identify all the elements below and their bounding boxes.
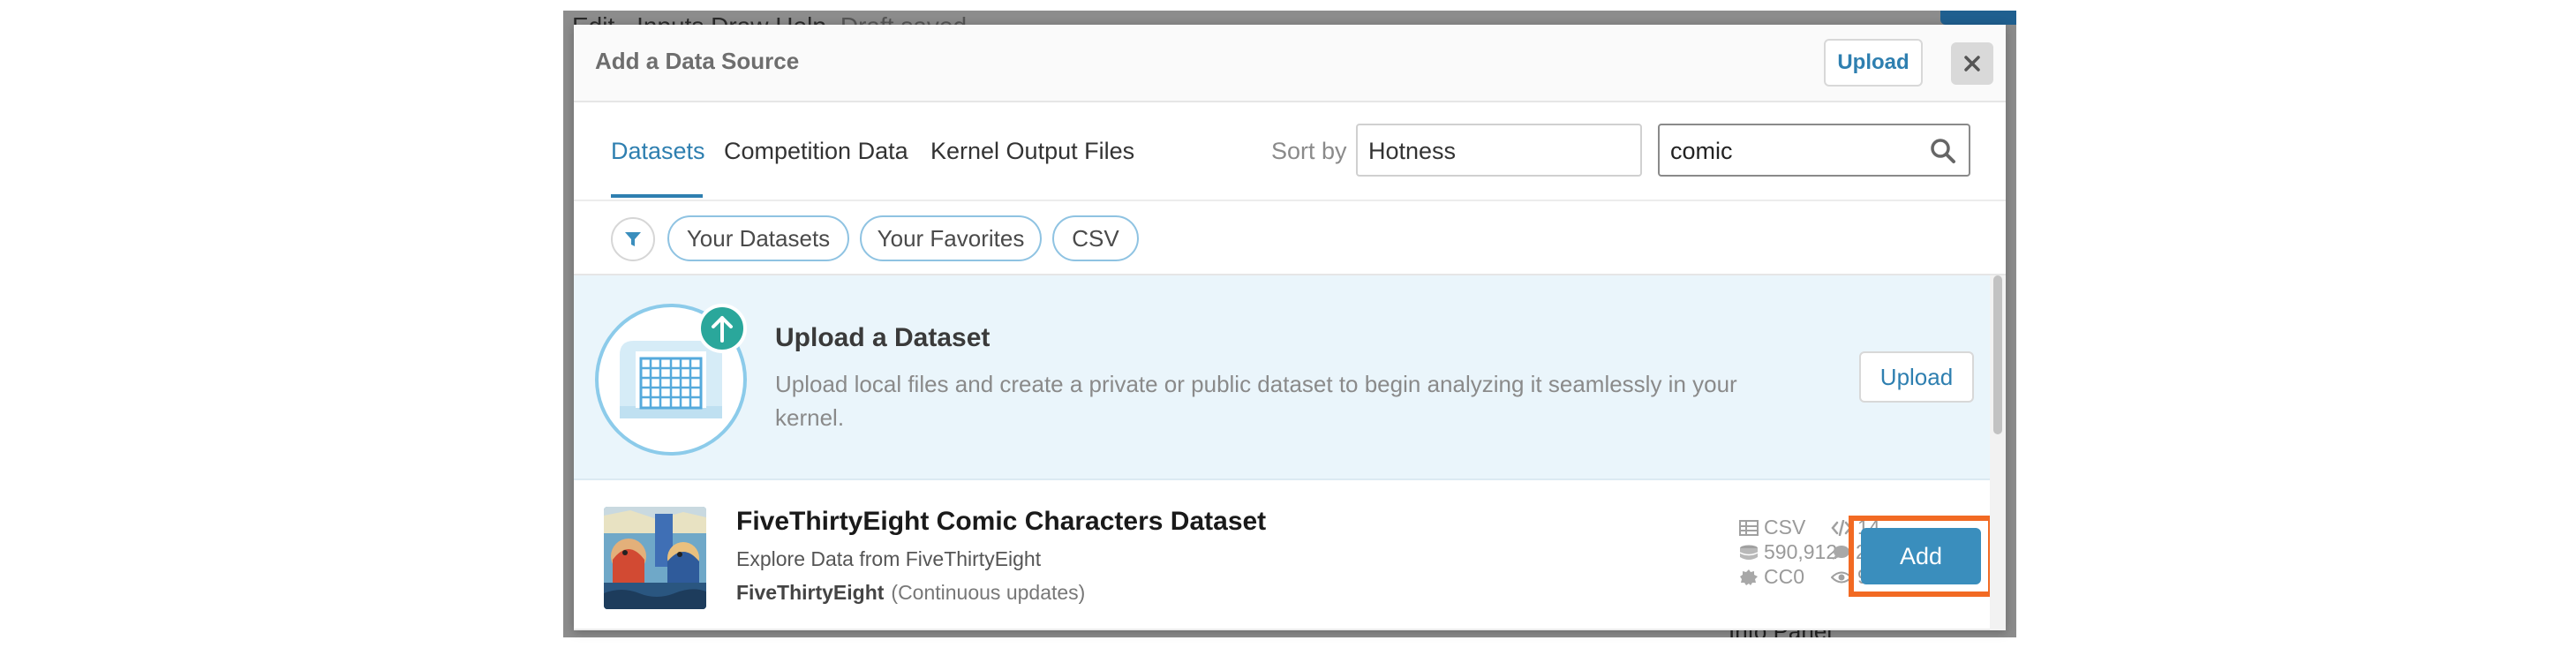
search-value: comic [1670,138,1733,164]
row-divider [574,629,1990,630]
dataset-format: CSV [1739,516,1805,539]
dataset-list-item[interactable]: FiveThirtyEight Comic Characters Dataset… [574,480,1993,630]
filter-chip-your-favorites[interactable]: Your Favorites [860,215,1042,261]
banner-upload-button[interactable]: Upload [1859,351,1974,403]
background-commit-button [1940,11,2016,25]
add-dataset-button[interactable]: Add [1861,528,1981,584]
tabs-bar: Datasets Competition Data Kernel Output … [574,102,2006,201]
database-icon [1739,545,1759,560]
dataset-owner: FiveThirtyEight (Continuous updates) [736,581,1085,605]
filter-icon [625,232,641,246]
scrollbar-thumb[interactable] [1993,275,2002,434]
filter-chip-your-datasets[interactable]: Your Datasets [667,215,849,261]
filter-bar: Your Datasets Your Favorites CSV [574,201,2006,275]
table-icon [1739,519,1759,536]
tab-kernel-output-files[interactable]: Kernel Output Files [930,138,1134,165]
dataset-owner-name[interactable]: FiveThirtyEight [736,581,884,604]
upload-dataset-title: Upload a Dataset [775,323,990,352]
dataset-subtitle: Explore Data from FiveThirtyEight [736,547,1042,570]
dataset-format-text: CSV [1764,516,1806,539]
add-button-highlight: Add [1849,516,1993,597]
dataset-title[interactable]: FiveThirtyEight Comic Characters Dataset [736,507,1266,537]
filter-button[interactable] [611,217,655,261]
search-icon[interactable] [1928,136,1958,166]
comment-icon [1833,545,1849,560]
dataset-size: 590,912 [1739,540,1837,564]
dataset-size-text: 590,912 [1764,540,1838,563]
header-upload-button[interactable]: Upload [1824,39,1923,87]
upload-dataset-banner: Upload a Dataset Upload local files and … [574,275,1990,480]
tab-competition-data[interactable]: Competition Data [724,138,908,165]
modal-title: Add a Data Source [595,48,800,74]
dataset-update-frequency: (Continuous updates) [891,581,1086,604]
add-data-source-modal: Add a Data Source Upload Datasets Compet… [574,25,2006,630]
badge-icon [1740,569,1758,585]
upload-dataset-description: Upload local files and create a private … [775,371,1737,431]
sort-label: Sort by [1271,138,1347,164]
close-icon [1964,56,1980,72]
scrollbar[interactable] [1990,275,2006,630]
dataset-license-text: CC0 [1764,565,1805,588]
sort-select[interactable]: Hotness [1356,124,1642,177]
search-input[interactable]: comic [1658,124,1970,177]
filter-chip-csv[interactable]: CSV [1052,215,1139,261]
upload-dataset-illustration [595,304,747,456]
tab-datasets[interactable]: Datasets [611,138,705,165]
close-button[interactable] [1951,42,1993,85]
modal-header: Add a Data Source Upload [574,25,2006,102]
dataset-license: CC0 [1739,565,1804,589]
active-tab-indicator [611,194,703,198]
dataset-thumbnail [604,507,706,609]
